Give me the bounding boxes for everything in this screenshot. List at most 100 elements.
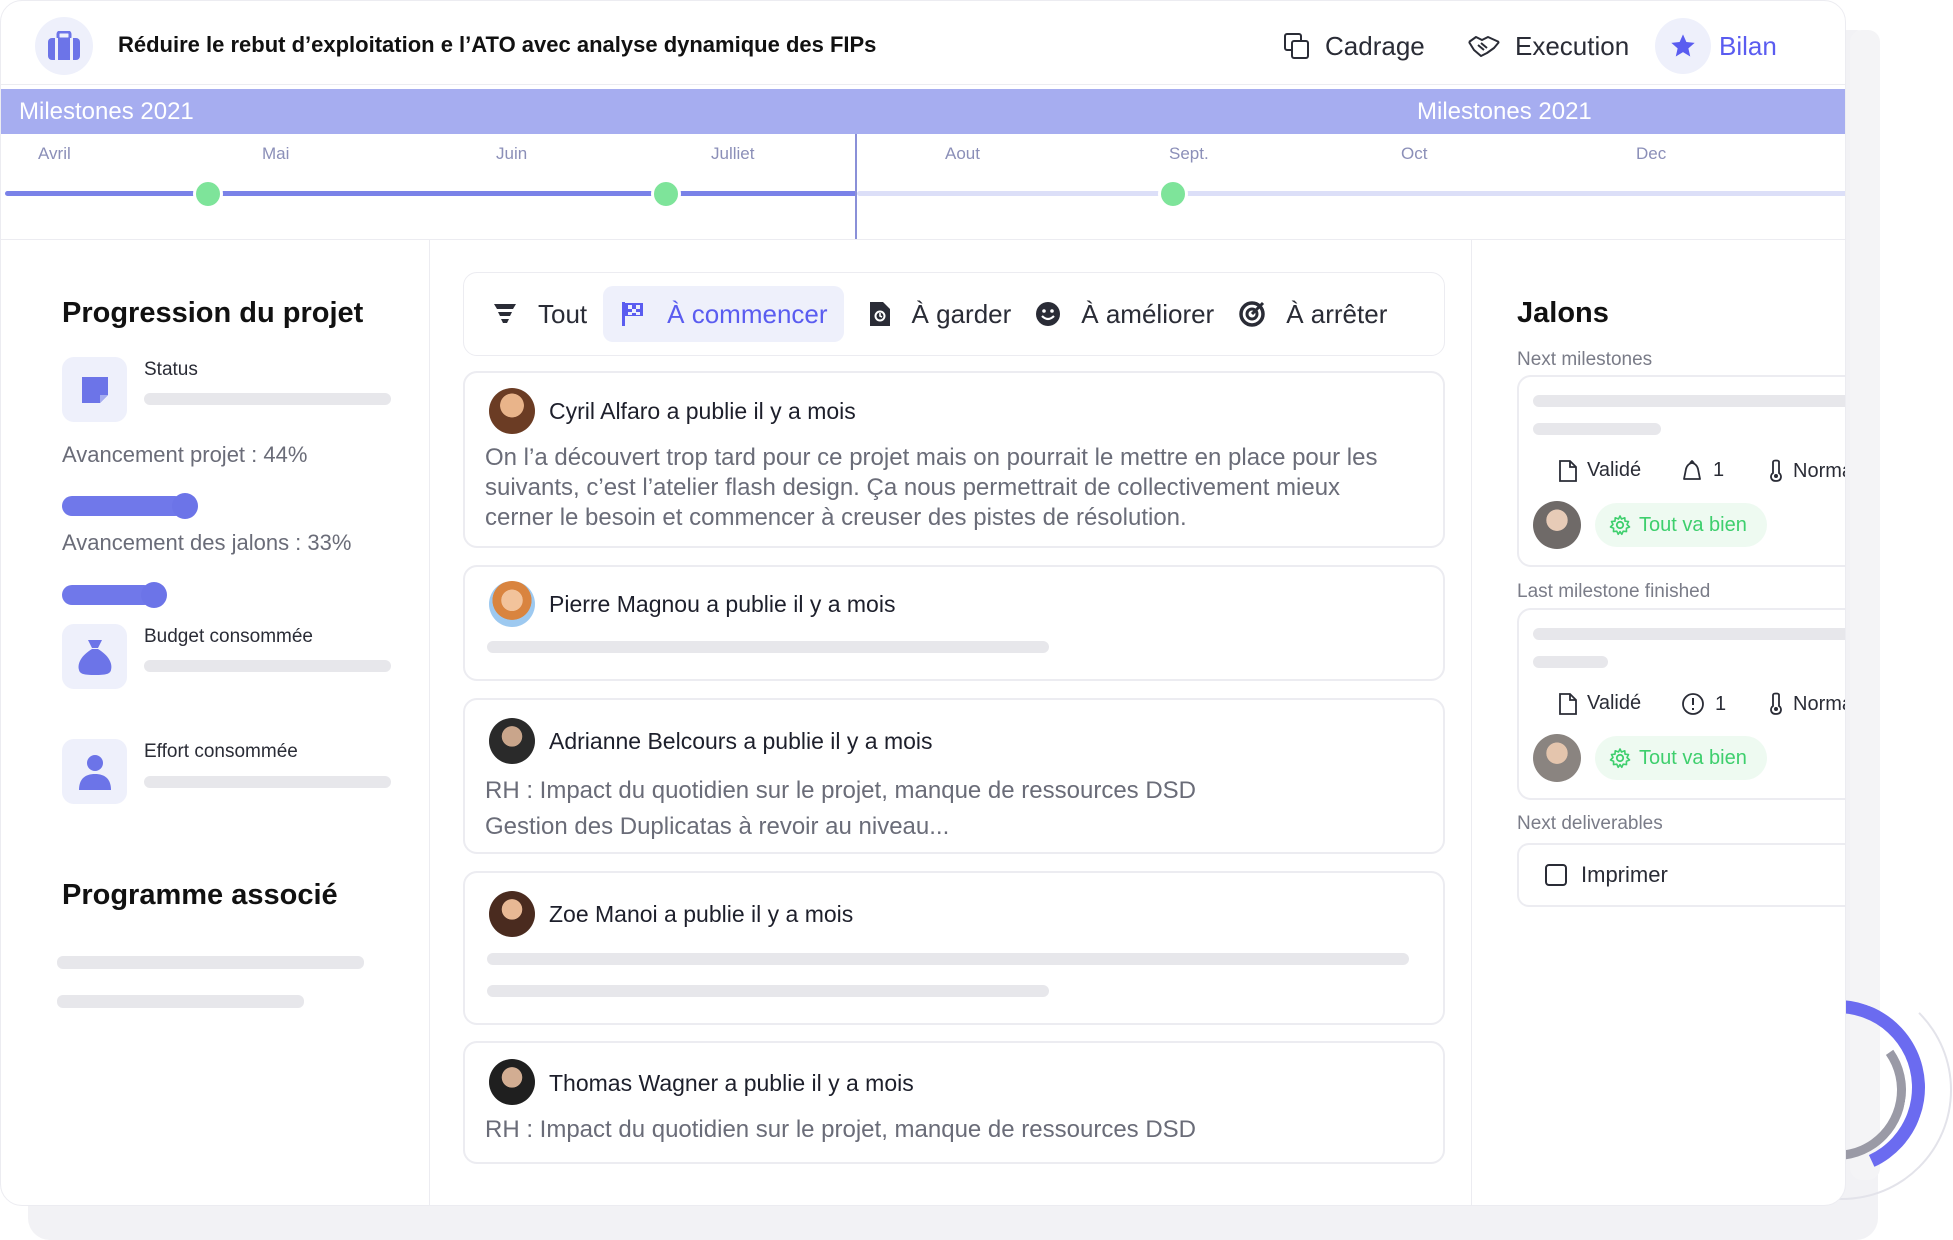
badge-text: Tout va bien bbox=[1639, 746, 1747, 769]
last-milestone-card[interactable]: Validé 1 Normal Tout va bien bbox=[1517, 608, 1845, 800]
project-progress-bar bbox=[62, 493, 238, 519]
milestone-count-text: 1 bbox=[1715, 692, 1727, 715]
budget-skeleton bbox=[144, 660, 391, 672]
post-card[interactable]: Zoe Manoi a publie il y a mois bbox=[463, 871, 1445, 1025]
post-author: Cyril Alfaro a publie il y a mois bbox=[549, 398, 856, 424]
timeline-title-left: Milestones 2021 bbox=[19, 98, 194, 125]
nav-bilan[interactable]: Bilan bbox=[1655, 17, 1777, 75]
timeline-month: Mai bbox=[262, 144, 290, 163]
tab-a-garder[interactable]: À garder bbox=[868, 286, 1012, 342]
tab-a-arreter[interactable]: À arrêter bbox=[1238, 286, 1387, 342]
tab-label: À garder bbox=[911, 298, 1012, 329]
file-icon bbox=[1559, 692, 1577, 715]
gear-icon bbox=[1609, 514, 1631, 536]
bell-icon bbox=[1681, 459, 1703, 482]
post-card[interactable]: Pierre Magnou a publie il y a mois bbox=[463, 565, 1445, 681]
tab-label: À améliorer bbox=[1081, 298, 1215, 329]
tab-tout[interactable]: Tout bbox=[492, 286, 587, 342]
milestone-progress-label: Avancement des jalons : 33% bbox=[62, 530, 352, 555]
nav-label: Bilan bbox=[1719, 30, 1777, 61]
post-line: RH : Impact du quotidien sur le projet, … bbox=[485, 1116, 1197, 1143]
milestone-status: Validé bbox=[1559, 692, 1641, 715]
milestone-skeleton bbox=[1533, 395, 1845, 407]
post-line: cerner le besoin et commencer à creuser … bbox=[485, 504, 1187, 531]
tab-a-commencer[interactable]: À commencer bbox=[603, 286, 844, 342]
avatar bbox=[489, 718, 535, 764]
copy-icon bbox=[1283, 32, 1311, 60]
effort-label: Effort consommée bbox=[144, 741, 298, 762]
tab-a-ameliorer[interactable]: À améliorer bbox=[1035, 286, 1214, 342]
timeline-month: Dec bbox=[1636, 144, 1667, 163]
last-milestone-label: Last milestone finished bbox=[1517, 581, 1711, 602]
post-card[interactable]: Adrianne Belcours a publie il y a mois R… bbox=[463, 698, 1445, 854]
post-line: Gestion des Duplicatas à revoir au nivea… bbox=[485, 813, 950, 840]
avatar bbox=[489, 1059, 535, 1105]
badge-text: Tout va bien bbox=[1639, 513, 1747, 536]
target-icon bbox=[1238, 300, 1266, 328]
post-card[interactable]: Thomas Wagner a publie il y a mois RH : … bbox=[463, 1041, 1445, 1164]
tab-label: À arrêter bbox=[1286, 298, 1388, 329]
filter-tabs: Tout À commencer À garder À améliorer À … bbox=[463, 272, 1445, 356]
milestone-priority: Normal bbox=[1769, 692, 1845, 716]
post-line: suivants, c’est l’atelier flash design. … bbox=[485, 474, 1341, 501]
info-icon bbox=[1681, 692, 1705, 716]
status-badge: Tout va bien bbox=[1595, 736, 1767, 780]
milestone-count: 1 bbox=[1681, 692, 1726, 716]
next-deliverables-label: Next deliverables bbox=[1517, 813, 1663, 834]
deliverable-label: Imprimer bbox=[1581, 862, 1668, 887]
progress-knob bbox=[141, 582, 167, 608]
post-skeleton bbox=[487, 641, 1049, 653]
post-card[interactable]: Cyril Alfaro a publie il y a mois On l’a… bbox=[463, 371, 1445, 548]
smile-icon bbox=[1035, 301, 1061, 327]
programme-title: Programme associé bbox=[62, 879, 338, 911]
milestone-skeleton bbox=[1533, 628, 1845, 640]
avatar bbox=[489, 388, 535, 434]
nav-label: Cadrage bbox=[1325, 30, 1425, 61]
briefcase-icon bbox=[35, 17, 93, 75]
milestone-dot[interactable] bbox=[1158, 179, 1188, 209]
programme-skeleton bbox=[57, 995, 304, 1008]
document-icon bbox=[868, 300, 892, 328]
star-icon bbox=[1655, 18, 1711, 74]
avatar bbox=[489, 891, 535, 937]
post-body: On l’a découvert trop tard pour ce proje… bbox=[485, 443, 1377, 533]
handshake-icon bbox=[1467, 33, 1501, 59]
nav-cadrage[interactable]: Cadrage bbox=[1283, 17, 1425, 75]
timeline-month: Juin bbox=[496, 144, 528, 163]
milestone-priority: Normal bbox=[1769, 459, 1845, 483]
post-line: RH : Impact du quotidien sur le projet, … bbox=[485, 777, 1197, 804]
nav-execution[interactable]: Execution bbox=[1467, 17, 1629, 75]
post-skeleton bbox=[487, 953, 1409, 965]
effort-skeleton bbox=[144, 776, 391, 788]
milestone-count: 1 bbox=[1681, 459, 1724, 482]
milestone-status: Validé bbox=[1559, 459, 1641, 482]
timeline-banner: Milestones 2021 Milestones 2021 bbox=[1, 89, 1845, 134]
progress-knob bbox=[172, 493, 198, 519]
user-icon bbox=[62, 739, 127, 804]
post-author: Adrianne Belcours a publie il y a mois bbox=[549, 728, 933, 754]
progress-fill bbox=[62, 496, 185, 516]
tab-label: Tout bbox=[538, 298, 588, 329]
tab-label: À commencer bbox=[667, 298, 828, 329]
status-icon bbox=[62, 357, 127, 422]
divider bbox=[429, 240, 430, 1205]
timeline-month: Oct bbox=[1401, 144, 1428, 163]
milestone-progress-bar bbox=[62, 582, 238, 608]
timeline-month: Avril bbox=[38, 144, 71, 163]
deliverable-checkbox[interactable] bbox=[1545, 864, 1567, 886]
deliverable-item[interactable]: Imprimer bbox=[1517, 843, 1845, 907]
programme-skeleton bbox=[57, 956, 364, 969]
page-title: Réduire le rebut d’exploitation e l’ATO … bbox=[118, 32, 877, 57]
next-milestone-card[interactable]: Validé 1 Normal Tout va bien bbox=[1517, 375, 1845, 567]
avatar bbox=[1533, 501, 1581, 549]
milestone-skeleton bbox=[1533, 423, 1661, 435]
timeline-month: Julliet bbox=[711, 144, 755, 163]
post-author: Thomas Wagner a publie il y a mois bbox=[549, 1070, 914, 1096]
avatar bbox=[489, 581, 535, 627]
milestone-dot[interactable] bbox=[651, 179, 681, 209]
milestone-dot[interactable] bbox=[193, 179, 223, 209]
timeline-track-future bbox=[857, 191, 1845, 196]
post-body: RH : Impact du quotidien sur le projet, … bbox=[485, 773, 1196, 845]
milestone-priority-text: Normal bbox=[1793, 459, 1845, 482]
progress-title: Progression du projet bbox=[62, 297, 364, 329]
